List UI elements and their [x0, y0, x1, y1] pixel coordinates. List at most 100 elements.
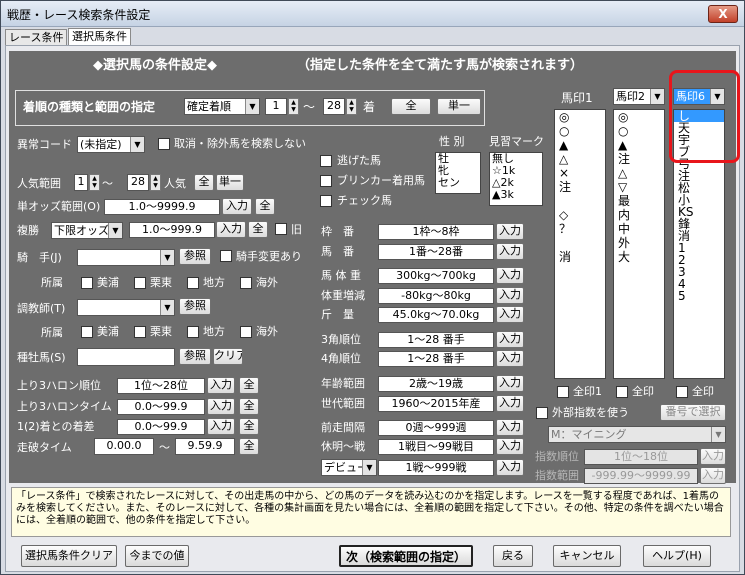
race-time-all-button[interactable]: 全: [239, 438, 259, 455]
debut-field[interactable]: 1戦～999戦: [378, 460, 494, 476]
list-item[interactable]: 注: [559, 180, 605, 194]
minarai-listbox[interactable]: 無し ☆1k △2k ▲3k: [489, 152, 543, 206]
debut-dropdown[interactable]: デビュー ▼: [321, 459, 377, 476]
waku-field[interactable]: 1枠～8枠: [378, 224, 494, 240]
list-item[interactable]: ◇: [559, 208, 605, 222]
previous-values-button[interactable]: 今までの値: [125, 545, 189, 567]
clear-conditions-button[interactable]: 選択馬条件クリア: [21, 545, 117, 567]
weight-change-field[interactable]: -80kg～80kg: [378, 288, 494, 304]
index-rank-input-button[interactable]: 入力: [700, 448, 726, 465]
trainer-kaigai-checkbox[interactable]: [240, 326, 252, 338]
margin-field[interactable]: 0.0～99.9: [117, 419, 205, 435]
sex-listbox[interactable]: 牡 牝 セン: [435, 152, 481, 194]
close-button[interactable]: X: [708, 5, 738, 23]
check-horse-checkbox[interactable]: [320, 195, 332, 207]
mark2-all-checkbox[interactable]: [616, 386, 628, 398]
list-item[interactable]: 大: [618, 250, 664, 264]
next-button[interactable]: 次（検索範囲の指定）: [339, 545, 473, 567]
fukusho-all-button[interactable]: 全: [248, 221, 268, 238]
race-time-from-field[interactable]: 0.00.0: [94, 438, 154, 455]
mark6-all-checkbox[interactable]: [676, 386, 688, 398]
rank-from-spinner[interactable]: ▲ ▼: [288, 98, 299, 115]
bataiju-input-button[interactable]: 入力: [496, 267, 524, 284]
list-item[interactable]: 消: [559, 250, 605, 264]
debut-input-button[interactable]: 入力: [496, 459, 524, 476]
corner3-input-button[interactable]: 入力: [496, 331, 524, 348]
umaban-input-button[interactable]: 入力: [496, 243, 524, 260]
list-item[interactable]: ◎: [618, 110, 664, 124]
ninki-single-button[interactable]: 単一: [216, 174, 244, 191]
trainer-ref-button[interactable]: 参照: [179, 298, 211, 315]
list-item[interactable]: ▲: [559, 138, 605, 152]
jockey-miho-checkbox[interactable]: [81, 277, 93, 289]
index-range-input-button[interactable]: 入力: [700, 467, 726, 484]
list-item[interactable]: 内: [618, 208, 664, 222]
generation-field[interactable]: 1960～2015年産: [378, 396, 494, 412]
mark1-all-checkbox[interactable]: [557, 386, 569, 398]
rank-from-input[interactable]: 1: [265, 98, 287, 115]
sire-ref-button[interactable]: 参照: [179, 348, 211, 365]
cancel-button[interactable]: キャンセル: [553, 545, 621, 567]
corner3-field[interactable]: 1～28 番手: [378, 332, 494, 348]
ninki-to-input[interactable]: 28: [127, 174, 149, 191]
list-item[interactable]: ◎: [559, 110, 605, 124]
kinryo-input-button[interactable]: 入力: [496, 306, 524, 323]
kyumei-input-button[interactable]: 入力: [496, 438, 524, 455]
interval-field[interactable]: 0週～999週: [378, 420, 494, 436]
tanodds-input-button[interactable]: 入力: [222, 198, 252, 215]
mark2-listbox[interactable]: ◎ ○ ▲ 注 △ ▽ 最 内 中 外 大: [613, 109, 665, 379]
rank-to-spinner[interactable]: ▲ ▼: [346, 98, 357, 115]
list-item[interactable]: 5: [678, 290, 724, 302]
jockey-chiho-checkbox[interactable]: [187, 277, 199, 289]
list-item[interactable]: [559, 194, 605, 208]
umaban-field[interactable]: 1番～28番: [378, 244, 494, 260]
sire-clear-button[interactable]: クリア: [213, 348, 243, 365]
waku-input-button[interactable]: 入力: [496, 223, 524, 240]
list-item[interactable]: 最: [618, 194, 664, 208]
age-field[interactable]: 2歳～19歳: [378, 376, 494, 392]
mark2-dropdown[interactable]: 馬印2 ▼: [613, 88, 665, 105]
list-item[interactable]: ▲3k: [492, 189, 542, 201]
select-by-number-button[interactable]: 番号で選択: [660, 404, 726, 421]
list-item[interactable]: ○: [618, 124, 664, 138]
jockey-kaigai-checkbox[interactable]: [240, 277, 252, 289]
list-item[interactable]: ▽: [618, 180, 664, 194]
list-item[interactable]: △: [559, 152, 605, 166]
kinryo-field[interactable]: 45.0kg～70.0kg: [378, 307, 494, 323]
rank-single-button[interactable]: 単一: [437, 98, 481, 115]
index-rank-field[interactable]: 1位～18位: [584, 449, 698, 465]
blinker-checkbox[interactable]: [320, 175, 332, 187]
jockey-dropdown[interactable]: ▼: [77, 249, 175, 266]
agari-time-field[interactable]: 0.0～99.9: [117, 399, 205, 415]
agari-time-all-button[interactable]: 全: [239, 398, 259, 415]
list-item[interactable]: 外: [618, 236, 664, 250]
agari-rank-all-button[interactable]: 全: [239, 377, 259, 394]
back-button[interactable]: 戻る: [493, 545, 533, 567]
fukusho-input-button[interactable]: 入力: [216, 221, 246, 238]
help-button[interactable]: ヘルプ(H): [643, 545, 711, 567]
margin-all-button[interactable]: 全: [239, 418, 259, 435]
jockey-ritto-checkbox[interactable]: [134, 277, 146, 289]
weight-change-input-button[interactable]: 入力: [496, 287, 524, 304]
generation-input-button[interactable]: 入力: [496, 395, 524, 412]
list-item[interactable]: [559, 236, 605, 250]
agari-rank-field[interactable]: 1位～28位: [117, 378, 205, 394]
ijo-dropdown[interactable]: (未指定) ▼: [77, 136, 145, 153]
trainer-dropdown[interactable]: ▼: [77, 299, 175, 316]
sire-input[interactable]: [77, 348, 175, 366]
list-item[interactable]: ○: [559, 124, 605, 138]
nige-checkbox[interactable]: [320, 155, 332, 167]
rank-all-button[interactable]: 全: [391, 98, 431, 115]
trainer-ritto-checkbox[interactable]: [134, 326, 146, 338]
interval-input-button[interactable]: 入力: [496, 419, 524, 436]
ninki-to-spinner[interactable]: ▲ ▼: [150, 174, 161, 191]
external-source-dropdown[interactable]: M：マイニング ▼: [548, 426, 726, 443]
tanodds-all-button[interactable]: 全: [255, 198, 275, 215]
ninki-all-button[interactable]: 全: [194, 174, 214, 191]
list-item[interactable]: ×: [559, 166, 605, 180]
list-item[interactable]: 中: [618, 222, 664, 236]
age-input-button[interactable]: 入力: [496, 375, 524, 392]
corner4-field[interactable]: 1～28 番手: [378, 351, 494, 367]
fukusho-field[interactable]: 1.0～999.9: [129, 222, 215, 238]
list-item[interactable]: △: [618, 166, 664, 180]
